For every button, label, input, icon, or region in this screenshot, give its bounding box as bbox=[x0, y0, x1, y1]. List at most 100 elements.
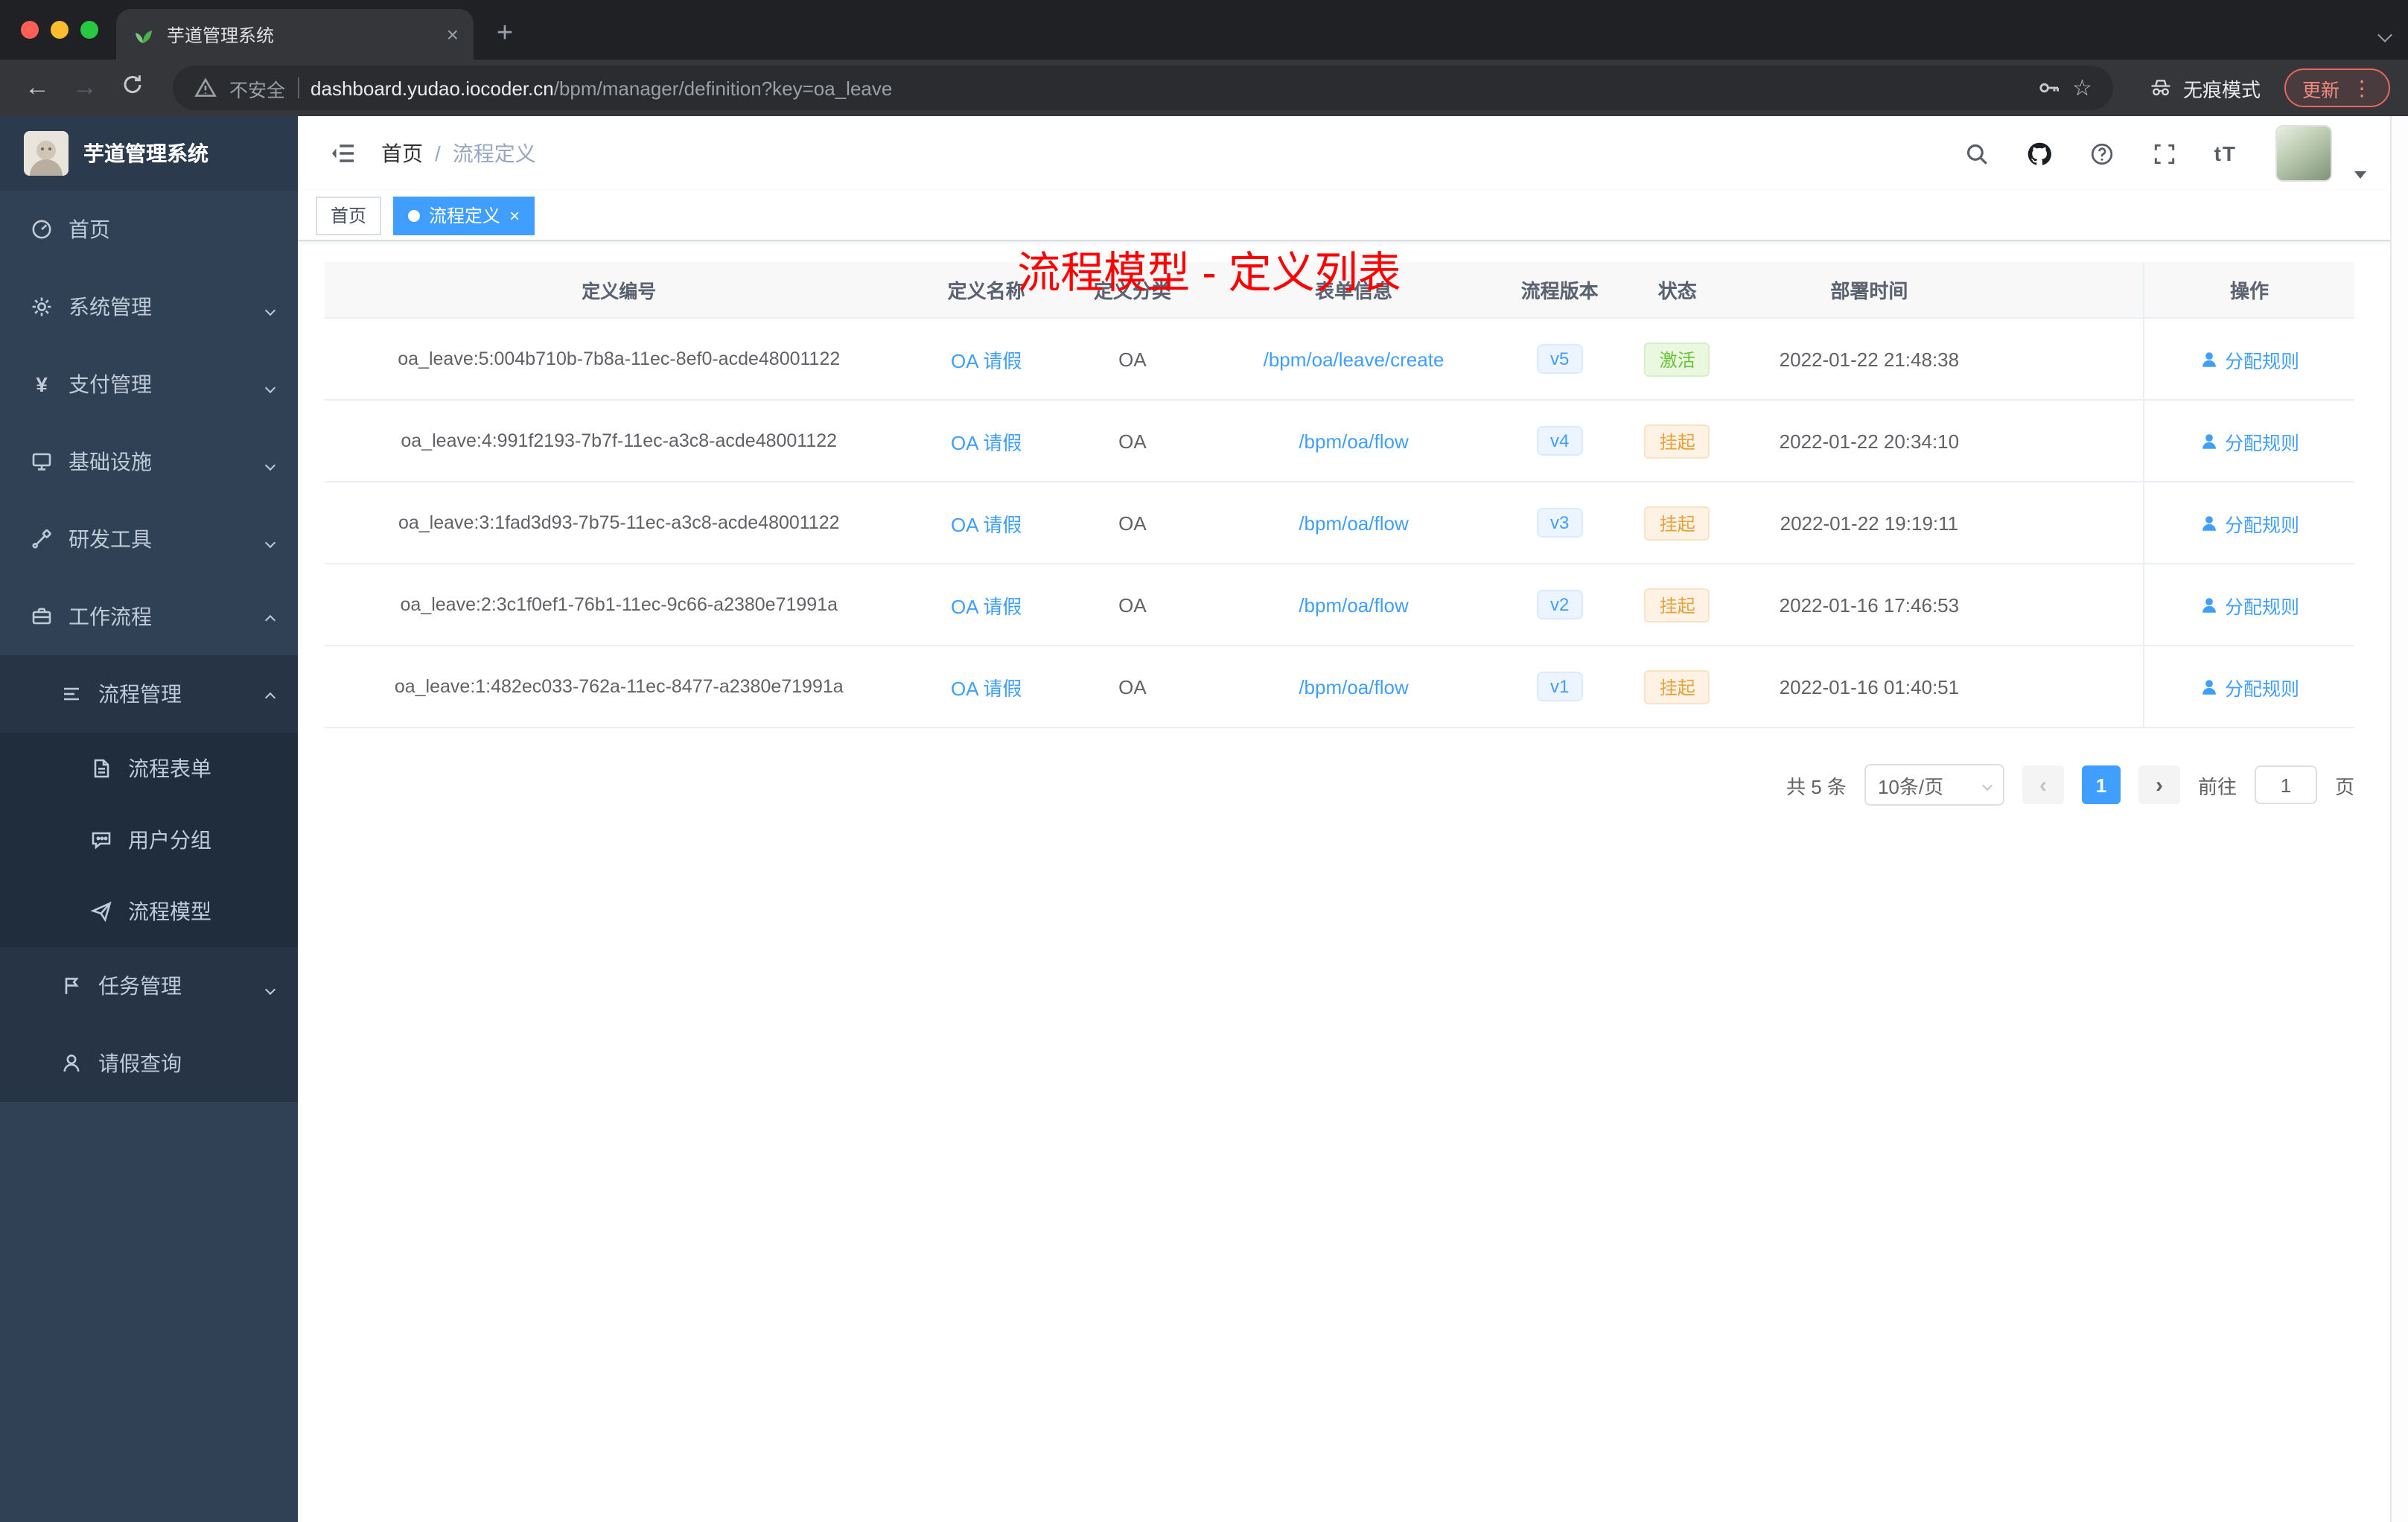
table-row: oa_leave:4:991f2193-7b7f-11ec-a3c8-acde4… bbox=[325, 401, 2354, 483]
sidebar-item-devtools[interactable]: 研发工具 bbox=[0, 500, 298, 578]
sidebar-item-workflow[interactable]: 工作流程 bbox=[0, 578, 298, 655]
definition-name-link[interactable]: OA 请假 bbox=[951, 345, 1022, 373]
screen: 芋道管理系统 × + ← → 不安全 dashboard.yudao.iocod… bbox=[0, 0, 2408, 1522]
back-button[interactable]: ← bbox=[18, 73, 57, 103]
tag-close-icon[interactable]: × bbox=[509, 206, 520, 224]
hamburger-fold-icon[interactable] bbox=[328, 138, 357, 168]
tag-home[interactable]: 首页 bbox=[316, 196, 382, 235]
update-chip[interactable]: 更新 ⋮ bbox=[2284, 69, 2390, 107]
deploy-time: 2022-01-16 17:46:53 bbox=[1779, 593, 1960, 616]
favicon-leaf-icon bbox=[131, 22, 155, 46]
assign-rule-link[interactable]: 分配规则 bbox=[2200, 672, 2299, 701]
url-text: dashboard.yudao.iocoder.cn/bpm/manager/d… bbox=[310, 77, 893, 99]
form-link[interactable]: /bpm/oa/flow bbox=[1299, 675, 1408, 698]
chevron-down-icon bbox=[264, 295, 276, 319]
scrollbar[interactable] bbox=[2390, 116, 2408, 1522]
definition-name-link[interactable]: OA 请假 bbox=[951, 509, 1022, 537]
total-count: 共 5 条 bbox=[1786, 775, 1847, 797]
definition-name-link[interactable]: OA 请假 bbox=[951, 672, 1022, 701]
tag-process-definition[interactable]: 流程定义 × bbox=[393, 196, 535, 235]
definition-category: OA bbox=[1118, 593, 1147, 616]
gear-icon bbox=[30, 295, 54, 319]
chevron-up-icon bbox=[264, 605, 276, 628]
browser-tab[interactable]: 芋道管理系统 × bbox=[116, 9, 474, 60]
breadcrumb: 首页 / 流程定义 bbox=[381, 138, 536, 168]
briefcase-icon bbox=[30, 605, 54, 628]
assign-rule-link[interactable]: 分配规则 bbox=[2200, 590, 2299, 619]
prev-page-button[interactable]: ‹ bbox=[2022, 765, 2064, 804]
browser-menu-dots-icon[interactable]: ⋮ bbox=[2351, 75, 2372, 101]
page-number-1[interactable]: 1 bbox=[2081, 765, 2121, 804]
chevron-down-icon bbox=[264, 974, 276, 998]
sidebar-item-infrastructure[interactable]: 基础设施 bbox=[0, 423, 298, 500]
definition-table: 定义编号 定义名称 定义分类 表单信息 流程版本 状态 部署时间 操作 oa_l… bbox=[325, 262, 2354, 728]
caret-down-icon[interactable] bbox=[2354, 171, 2366, 179]
avatar[interactable] bbox=[2275, 125, 2332, 182]
assign-rule-link[interactable]: 分配规则 bbox=[2200, 509, 2299, 537]
tab-search-chevron-icon[interactable] bbox=[2377, 21, 2392, 48]
annotation-title: 流程模型 - 定义列表 bbox=[1017, 250, 1401, 298]
status-badge: 挂起 bbox=[1644, 669, 1710, 704]
chevron-down-icon bbox=[264, 450, 276, 474]
help-icon[interactable] bbox=[2089, 140, 2116, 167]
main-area: 流程模型 - 定义列表 首页 / 流程定义 tT 首页 流程定义 × 定义编号 … bbox=[298, 116, 2408, 1522]
sidebar-item-payment[interactable]: ¥ 支付管理 bbox=[0, 346, 298, 423]
assign-rule-link[interactable]: 分配规则 bbox=[2200, 345, 2299, 373]
chevron-down-icon bbox=[1981, 779, 1993, 791]
form-link[interactable]: /bpm/oa/flow bbox=[1299, 593, 1408, 616]
status-badge: 挂起 bbox=[1644, 506, 1710, 540]
table-row: oa_leave:5:004b710b-7b8a-11ec-8ef0-acde4… bbox=[325, 319, 2354, 401]
forward-button[interactable]: → bbox=[66, 73, 104, 103]
minimize-window-button[interactable] bbox=[51, 21, 69, 39]
definition-category: OA bbox=[1118, 430, 1147, 452]
sidebar-item-dashboard[interactable]: 首页 bbox=[0, 191, 298, 268]
sidebar-item-process-form[interactable]: 流程表单 bbox=[0, 733, 298, 804]
close-window-button[interactable] bbox=[21, 21, 39, 39]
deploy-time: 2022-01-16 01:40:51 bbox=[1779, 675, 1960, 698]
paper-plane-icon bbox=[89, 899, 113, 923]
tab-close-icon[interactable]: × bbox=[447, 22, 459, 46]
deploy-time: 2022-01-22 20:34:10 bbox=[1779, 430, 1960, 452]
divider bbox=[297, 77, 299, 98]
search-icon[interactable] bbox=[1964, 140, 1991, 167]
fullscreen-icon[interactable] bbox=[2152, 140, 2179, 167]
table-row: oa_leave:3:1fad3d93-7b75-11ec-a3c8-acde4… bbox=[325, 483, 2354, 564]
assign-rule-link[interactable]: 分配规则 bbox=[2200, 427, 2299, 455]
definition-category: OA bbox=[1118, 675, 1147, 698]
bookmark-star-icon[interactable]: ☆ bbox=[2072, 74, 2092, 101]
warning-icon bbox=[194, 77, 217, 97]
address-bar[interactable]: 不安全 dashboard.yudao.iocoder.cn/bpm/manag… bbox=[173, 66, 2113, 110]
form-link[interactable]: /bpm/oa/leave/create bbox=[1264, 348, 1445, 370]
version-badge: v1 bbox=[1537, 672, 1583, 701]
definition-name-link[interactable]: OA 请假 bbox=[951, 427, 1022, 455]
form-link[interactable]: /bpm/oa/flow bbox=[1299, 430, 1408, 452]
page-content: 定义编号 定义名称 定义分类 表单信息 流程版本 状态 部署时间 操作 oa_l… bbox=[298, 241, 2408, 1522]
pagination: 共 5 条 10条/页 ‹ 1 › 前往 页 bbox=[325, 764, 2354, 806]
yen-icon: ¥ bbox=[36, 372, 48, 396]
new-tab-button[interactable]: + bbox=[482, 12, 527, 57]
breadcrumb-home[interactable]: 首页 bbox=[381, 138, 423, 168]
sidebar-item-leave-query[interactable]: 请假查询 bbox=[0, 1025, 298, 1102]
dashboard-icon bbox=[30, 217, 54, 241]
font-size-icon[interactable]: tT bbox=[2214, 141, 2237, 165]
breadcrumb-separator: / bbox=[435, 141, 441, 165]
github-icon[interactable] bbox=[2027, 140, 2054, 167]
form-link[interactable]: /bpm/oa/flow bbox=[1299, 512, 1408, 534]
sidebar-item-system[interactable]: 系统管理 bbox=[0, 268, 298, 346]
next-page-button[interactable]: › bbox=[2138, 765, 2180, 804]
document-icon bbox=[89, 757, 113, 780]
password-key-icon[interactable] bbox=[2036, 76, 2060, 100]
page-size-select[interactable]: 10条/页 bbox=[1864, 764, 2004, 806]
goto-page-input[interactable] bbox=[2254, 765, 2317, 804]
maximize-window-button[interactable] bbox=[80, 21, 98, 39]
security-label[interactable]: 不安全 bbox=[229, 74, 285, 102]
sidebar-item-task-management[interactable]: 任务管理 bbox=[0, 947, 298, 1025]
reload-button[interactable] bbox=[113, 72, 152, 104]
sidebar-item-process-model[interactable]: 流程模型 bbox=[0, 876, 298, 947]
table-row: oa_leave:1:482ec033-762a-11ec-8477-a2380… bbox=[325, 646, 2354, 728]
sidebar-item-process-management[interactable]: 流程管理 bbox=[0, 655, 298, 733]
sidebar-item-user-group[interactable]: 用户分组 bbox=[0, 804, 298, 876]
status-badge: 激活 bbox=[1644, 342, 1710, 376]
definition-name-link[interactable]: OA 请假 bbox=[951, 590, 1022, 619]
wrench-icon bbox=[30, 527, 54, 551]
